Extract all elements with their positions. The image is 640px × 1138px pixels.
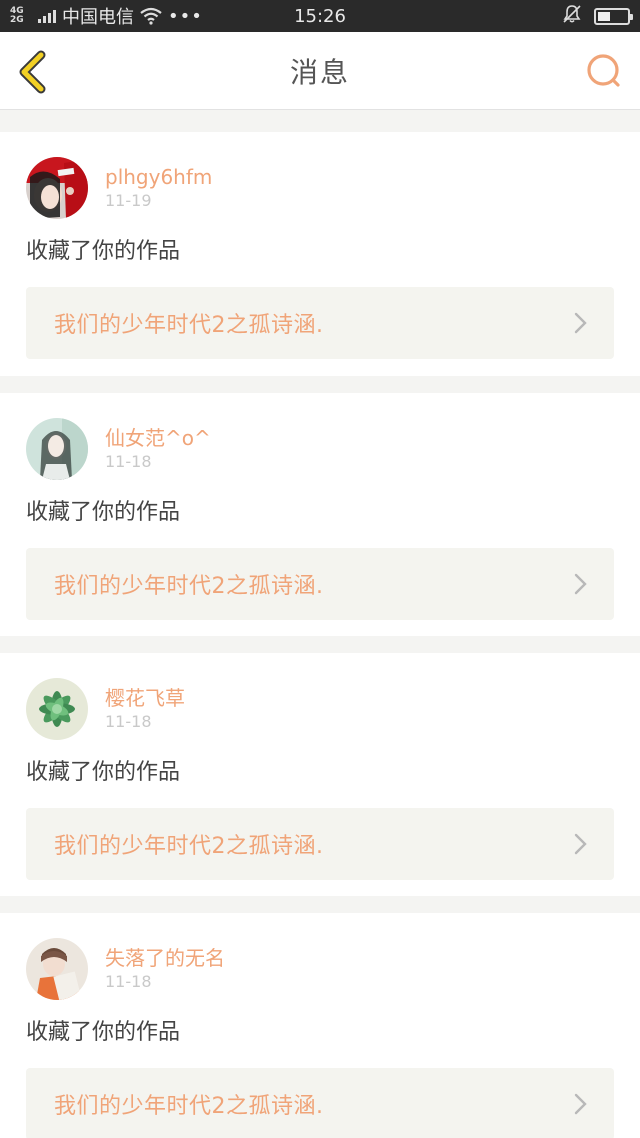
avatar[interactable]: [26, 678, 88, 740]
message-date: 11-19: [105, 191, 152, 210]
message-date: 11-18: [105, 972, 152, 991]
message-item: 失落了的无名 11-18 收藏了你的作品 我们的少年时代2之孤诗涵.: [0, 913, 640, 1138]
chevron-right-icon: [574, 1093, 588, 1115]
back-button[interactable]: [14, 50, 54, 94]
message-date: 11-18: [105, 452, 152, 471]
chevron-right-icon: [574, 833, 588, 855]
work-link[interactable]: 我们的少年时代2之孤诗涵.: [26, 1068, 614, 1138]
search-button[interactable]: [584, 52, 624, 92]
work-title: 我们的少年时代2之孤诗涵.: [54, 313, 324, 338]
more-notifications-icon: •••: [168, 5, 203, 27]
avatar[interactable]: [26, 418, 88, 480]
work-title: 我们的少年时代2之孤诗涵.: [54, 574, 324, 599]
user-meta: 失落了的无名 11-18: [105, 938, 225, 993]
clock: 15:26: [294, 5, 346, 27]
user-meta: 樱花飞草 11-18: [105, 678, 185, 733]
avatar[interactable]: [26, 157, 88, 219]
user-row: plhgy6hfm 11-19: [26, 157, 614, 219]
chevron-right-icon: [574, 312, 588, 334]
user-meta: 仙女范^o^ 11-18: [105, 418, 211, 473]
action-text: 收藏了你的作品: [26, 500, 181, 525]
user-row: 樱花飞草 11-18: [26, 678, 614, 740]
message-item: plhgy6hfm 11-19 收藏了你的作品 我们的少年时代2之孤诗涵.: [0, 132, 640, 376]
battery-icon: [594, 7, 633, 25]
username[interactable]: 樱花飞草: [105, 686, 185, 710]
message-date: 11-18: [105, 712, 152, 731]
user-meta: plhgy6hfm 11-19: [105, 157, 212, 212]
mute-bell-icon: [562, 4, 582, 29]
work-link[interactable]: 我们的少年时代2之孤诗涵.: [26, 287, 614, 359]
chevron-right-icon: [574, 573, 588, 595]
chevron-left-icon: [19, 50, 46, 94]
status-left: 4G 2G 中国电信 •••: [10, 3, 203, 29]
user-row: 失落了的无名 11-18: [26, 938, 614, 1000]
action-text: 收藏了你的作品: [26, 1020, 181, 1045]
work-title: 我们的少年时代2之孤诗涵.: [54, 1094, 324, 1119]
message-item: 樱花飞草 11-18 收藏了你的作品 我们的少年时代2之孤诗涵.: [0, 653, 640, 896]
wifi-icon: [140, 7, 162, 25]
message-list: plhgy6hfm 11-19 收藏了你的作品 我们的少年时代2之孤诗涵. 仙女…: [0, 110, 640, 1138]
action-text: 收藏了你的作品: [26, 760, 181, 785]
status-bar: 4G 2G 中国电信 ••• 15:26: [0, 0, 640, 32]
work-link[interactable]: 我们的少年时代2之孤诗涵.: [26, 548, 614, 620]
action-text: 收藏了你的作品: [26, 239, 181, 264]
page-title: 消息: [289, 55, 350, 89]
user-row: 仙女范^o^ 11-18: [26, 418, 614, 480]
username[interactable]: 失落了的无名: [105, 946, 225, 970]
message-item: 仙女范^o^ 11-18 收藏了你的作品 我们的少年时代2之孤诗涵.: [0, 393, 640, 636]
network-type-icon: 4G 2G: [10, 6, 24, 25]
username[interactable]: 仙女范^o^: [105, 426, 211, 450]
search-icon: [587, 54, 620, 87]
username[interactable]: plhgy6hfm: [105, 165, 212, 189]
carrier-label: 中国电信: [62, 7, 134, 28]
status-right: [562, 4, 633, 29]
work-link[interactable]: 我们的少年时代2之孤诗涵.: [26, 808, 614, 880]
nav-header: 消息: [0, 32, 640, 110]
work-title: 我们的少年时代2之孤诗涵.: [54, 834, 324, 859]
avatar[interactable]: [26, 938, 88, 1000]
signal-icon: [38, 9, 56, 23]
